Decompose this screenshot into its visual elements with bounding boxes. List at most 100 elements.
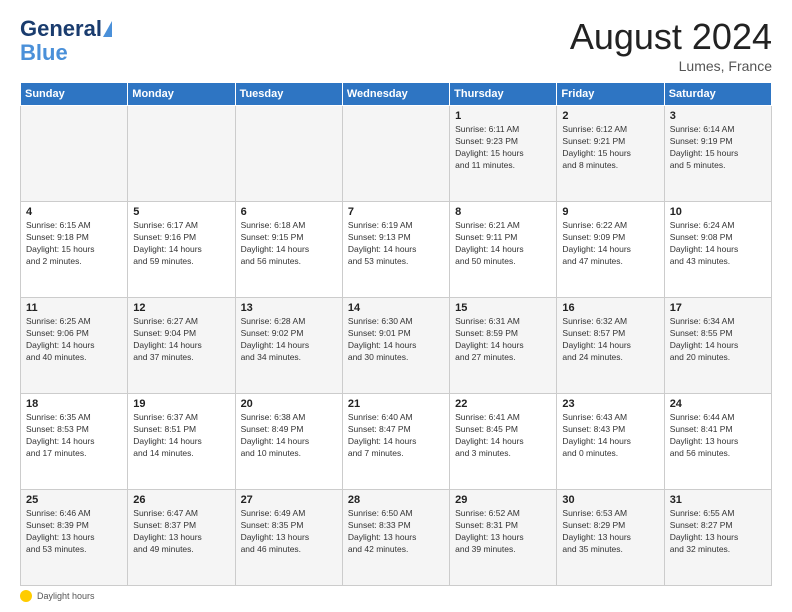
day-info: Sunrise: 6:49 AMSunset: 8:35 PMDaylight:…: [241, 508, 338, 556]
day-info: Sunrise: 6:27 AMSunset: 9:04 PMDaylight:…: [133, 316, 230, 364]
calendar-cell: [128, 106, 235, 202]
calendar-cell: 4Sunrise: 6:15 AMSunset: 9:18 PMDaylight…: [21, 202, 128, 298]
day-info: Sunrise: 6:18 AMSunset: 9:15 PMDaylight:…: [241, 220, 338, 268]
day-info: Sunrise: 6:12 AMSunset: 9:21 PMDaylight:…: [562, 124, 659, 172]
logo-triangle-icon: [103, 21, 112, 37]
day-number: 30: [562, 494, 659, 506]
day-number: 1: [455, 110, 552, 122]
day-number: 3: [670, 110, 767, 122]
day-number: 26: [133, 494, 230, 506]
day-info: Sunrise: 6:19 AMSunset: 9:13 PMDaylight:…: [348, 220, 445, 268]
day-info: Sunrise: 6:15 AMSunset: 9:18 PMDaylight:…: [26, 220, 123, 268]
day-info: Sunrise: 6:41 AMSunset: 8:45 PMDaylight:…: [455, 412, 552, 460]
calendar-cell: 11 Sunrise: 6:25 AMSunset: 9:06 PMDayligh…: [21, 298, 128, 394]
day-number: 2: [562, 110, 659, 122]
calendar-cell: 30 Sunrise: 6:53 AMSunset: 8:29 PMDayligh…: [557, 490, 664, 586]
calendar-cell: 7 Sunrise: 6:19 AMSunset: 9:13 PMDaylight…: [342, 202, 449, 298]
day-info: Sunrise: 6:38 AMSunset: 8:49 PMDaylight:…: [241, 412, 338, 460]
day-number: 31: [670, 494, 767, 506]
calendar-cell: 6 Sunrise: 6:18 AMSunset: 9:15 PMDaylight…: [235, 202, 342, 298]
day-info: Sunrise: 6:40 AMSunset: 8:47 PMDaylight:…: [348, 412, 445, 460]
col-tuesday: Tuesday: [235, 83, 342, 106]
day-info: Sunrise: 6:35 AMSunset: 8:53 PMDaylight:…: [26, 412, 123, 460]
calendar-cell: 18Sunrise: 6:35 AMSunset: 8:53 PMDayligh…: [21, 394, 128, 490]
calendar-cell: 15 Sunrise: 6:31 AMSunset: 8:59 PMDayligh…: [450, 298, 557, 394]
day-number: 14: [348, 302, 445, 314]
calendar-cell: 28 Sunrise: 6:50 AMSunset: 8:33 PMDayligh…: [342, 490, 449, 586]
calendar-cell: 24 Sunrise: 6:44 AMSunset: 8:41 PMDayligh…: [664, 394, 771, 490]
header-row: Sunday Monday Tuesday Wednesday Thursday…: [21, 83, 772, 106]
day-number: 7: [348, 206, 445, 218]
col-monday: Monday: [128, 83, 235, 106]
calendar-cell: 3 Sunrise: 6:14 AMSunset: 9:19 PMDaylight…: [664, 106, 771, 202]
day-info: Sunrise: 6:14 AMSunset: 9:19 PMDaylight:…: [670, 124, 767, 172]
calendar-page: General Blue August 2024 Lumes, France S…: [0, 0, 792, 612]
day-number: 23: [562, 398, 659, 410]
calendar-cell: 31 Sunrise: 6:55 AMSunset: 8:27 PMDayligh…: [664, 490, 771, 586]
calendar-cell: 14 Sunrise: 6:30 AMSunset: 9:01 PMDayligh…: [342, 298, 449, 394]
day-number: 6: [241, 206, 338, 218]
col-wednesday: Wednesday: [342, 83, 449, 106]
day-info: Sunrise: 6:24 AMSunset: 9:08 PMDaylight:…: [670, 220, 767, 268]
calendar-cell: 1 Sunrise: 6:11 AMSunset: 9:23 PMDaylight…: [450, 106, 557, 202]
day-number: 19: [133, 398, 230, 410]
col-friday: Friday: [557, 83, 664, 106]
day-info: Sunrise: 6:44 AMSunset: 8:41 PMDaylight:…: [670, 412, 767, 460]
day-number: 27: [241, 494, 338, 506]
calendar-cell: 12Sunrise: 6:27 AMSunset: 9:04 PMDayligh…: [128, 298, 235, 394]
day-info: Sunrise: 6:37 AMSunset: 8:51 PMDaylight:…: [133, 412, 230, 460]
calendar-cell: [21, 106, 128, 202]
calendar-cell: 13 Sunrise: 6:28 AMSunset: 9:02 PMDayligh…: [235, 298, 342, 394]
calendar-table: Sunday Monday Tuesday Wednesday Thursday…: [20, 82, 772, 586]
day-number: 21: [348, 398, 445, 410]
col-sunday: Sunday: [21, 83, 128, 106]
calendar-cell: 21 Sunrise: 6:40 AMSunset: 8:47 PMDayligh…: [342, 394, 449, 490]
day-info: Sunrise: 6:11 AMSunset: 9:23 PMDaylight:…: [455, 124, 552, 172]
day-info: Sunrise: 6:32 AMSunset: 8:57 PMDaylight:…: [562, 316, 659, 364]
logo-blue: Blue: [20, 40, 68, 66]
day-number: 15: [455, 302, 552, 314]
day-number: 9: [562, 206, 659, 218]
day-number: 24: [670, 398, 767, 410]
day-info: Sunrise: 6:28 AMSunset: 9:02 PMDaylight:…: [241, 316, 338, 364]
calendar-cell: 25 Sunrise: 6:46 AMSunset: 8:39 PMDayligh…: [21, 490, 128, 586]
calendar-cell: 9 Sunrise: 6:22 AMSunset: 9:09 PMDaylight…: [557, 202, 664, 298]
day-number: 22: [455, 398, 552, 410]
logo-general: General: [20, 16, 102, 42]
day-info: Sunrise: 6:31 AMSunset: 8:59 PMDaylight:…: [455, 316, 552, 364]
sun-icon: [20, 590, 32, 602]
calendar-cell: 29Sunrise: 6:52 AMSunset: 8:31 PMDayligh…: [450, 490, 557, 586]
title-block: August 2024 Lumes, France: [570, 16, 772, 74]
calendar-cell: 26 Sunrise: 6:47 AMSunset: 8:37 PMDayligh…: [128, 490, 235, 586]
header: General Blue August 2024 Lumes, France: [20, 16, 772, 74]
day-info: Sunrise: 6:47 AMSunset: 8:37 PMDaylight:…: [133, 508, 230, 556]
calendar-week-3: 11 Sunrise: 6:25 AMSunset: 9:06 PMDayligh…: [21, 298, 772, 394]
day-info: Sunrise: 6:25 AMSunset: 9:06 PMDaylight:…: [26, 316, 123, 364]
calendar-cell: 8 Sunrise: 6:21 AMSunset: 9:11 PMDaylight…: [450, 202, 557, 298]
day-number: 10: [670, 206, 767, 218]
day-number: 8: [455, 206, 552, 218]
calendar-week-2: 4Sunrise: 6:15 AMSunset: 9:18 PMDaylight…: [21, 202, 772, 298]
day-info: Sunrise: 6:34 AMSunset: 8:55 PMDaylight:…: [670, 316, 767, 364]
day-number: 17: [670, 302, 767, 314]
day-info: Sunrise: 6:30 AMSunset: 9:01 PMDaylight:…: [348, 316, 445, 364]
day-number: 28: [348, 494, 445, 506]
calendar-week-1: 1 Sunrise: 6:11 AMSunset: 9:23 PMDaylight…: [21, 106, 772, 202]
month-year-title: August 2024: [570, 16, 772, 58]
day-info: Sunrise: 6:55 AMSunset: 8:27 PMDaylight:…: [670, 508, 767, 556]
day-info: Sunrise: 6:53 AMSunset: 8:29 PMDaylight:…: [562, 508, 659, 556]
calendar-cell: 10 Sunrise: 6:24 AMSunset: 9:08 PMDayligh…: [664, 202, 771, 298]
day-info: Sunrise: 6:43 AMSunset: 8:43 PMDaylight:…: [562, 412, 659, 460]
day-number: 29: [455, 494, 552, 506]
day-number: 20: [241, 398, 338, 410]
day-info: Sunrise: 6:21 AMSunset: 9:11 PMDaylight:…: [455, 220, 552, 268]
calendar-cell: 27 Sunrise: 6:49 AMSunset: 8:35 PMDayligh…: [235, 490, 342, 586]
day-number: 11: [26, 302, 123, 314]
day-info: Sunrise: 6:50 AMSunset: 8:33 PMDaylight:…: [348, 508, 445, 556]
day-number: 25: [26, 494, 123, 506]
day-info: Sunrise: 6:22 AMSunset: 9:09 PMDaylight:…: [562, 220, 659, 268]
calendar-cell: 17 Sunrise: 6:34 AMSunset: 8:55 PMDayligh…: [664, 298, 771, 394]
day-info: Sunrise: 6:46 AMSunset: 8:39 PMDaylight:…: [26, 508, 123, 556]
day-number: 13: [241, 302, 338, 314]
calendar-week-5: 25 Sunrise: 6:46 AMSunset: 8:39 PMDayligh…: [21, 490, 772, 586]
